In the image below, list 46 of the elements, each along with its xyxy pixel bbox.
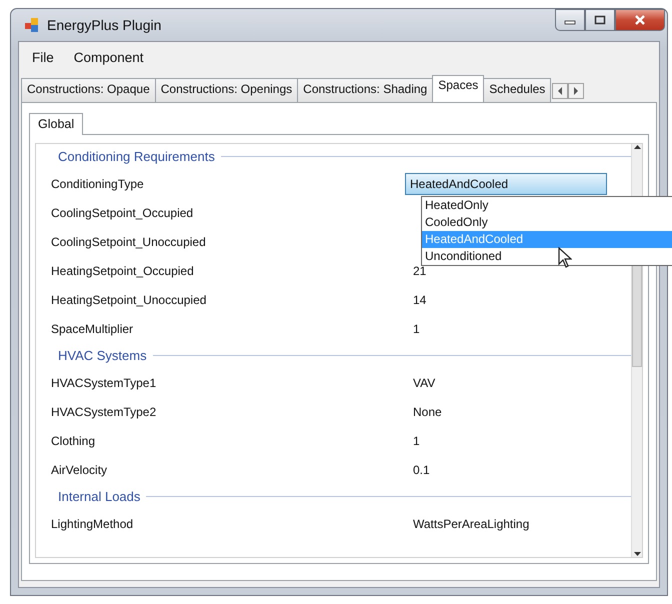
property-value[interactable]: WattsPerAreaLighting (409, 516, 530, 530)
property-name[interactable]: CoolingSetpoint_Unoccupied (36, 234, 409, 248)
maximize-icon (594, 15, 606, 25)
app-icon (25, 18, 41, 32)
maximize-button[interactable] (585, 9, 615, 31)
category-header[interactable]: Conditioning Requirements (58, 149, 215, 164)
window-title: EnergyPlus Plugin (47, 17, 162, 33)
property-name[interactable]: HVACSystemType2 (36, 404, 409, 418)
property-value[interactable]: None (409, 404, 442, 418)
left-arrow-icon (557, 87, 564, 95)
close-icon (634, 15, 646, 25)
tab[interactable]: Constructions: Openings (154, 78, 298, 102)
property-name[interactable]: HeatingSetpoint_Unoccupied (36, 292, 409, 306)
property-name[interactable]: HeatingSetpoint_Occupied (36, 264, 409, 278)
dropdown-option[interactable]: Unconditioned (422, 248, 672, 265)
minimize-button[interactable] (555, 9, 585, 31)
dropdown-option[interactable]: HeatedOnly (422, 197, 672, 214)
dropdown-field[interactable]: HeatedAndCooled (405, 172, 607, 194)
property-name[interactable]: Clothing (36, 434, 409, 448)
property-value[interactable]: 1 (409, 434, 420, 448)
property-value[interactable]: 1 (409, 322, 420, 336)
tab[interactable]: Spaces (432, 75, 484, 102)
tab[interactable]: Schedules (483, 78, 552, 102)
menu-item[interactable]: Component (64, 46, 153, 68)
tab[interactable]: Constructions: Opaque (21, 78, 156, 102)
right-arrow-icon (573, 87, 580, 95)
menu-item[interactable]: File (23, 46, 63, 68)
property-value[interactable]: VAV (409, 376, 436, 390)
property-name[interactable]: AirVelocity (36, 462, 409, 476)
category-header[interactable]: HVAC Systems (58, 348, 147, 363)
dropdown-option[interactable]: CooledOnly (422, 214, 672, 231)
property-value[interactable]: 0.1 (409, 462, 430, 476)
down-arrow-icon (634, 551, 640, 557)
property-value[interactable]: 21 (409, 264, 426, 278)
property-name[interactable]: SpaceMultiplier (36, 322, 409, 336)
property-name[interactable]: CoolingSetpoint_Occupied (36, 206, 409, 220)
scroll-left-button[interactable] (552, 83, 568, 99)
scroll-right-button[interactable] (568, 83, 584, 99)
tab[interactable]: Constructions: Shading (297, 78, 434, 102)
property-value[interactable]: 14 (409, 292, 426, 306)
property-name[interactable]: LightingMethod (36, 516, 409, 530)
up-arrow-icon (634, 144, 640, 150)
tab[interactable]: Global (29, 113, 84, 135)
close-button[interactable] (615, 9, 665, 31)
property-name[interactable]: HVACSystemType1 (36, 376, 409, 390)
category-header[interactable]: Internal Loads (58, 489, 140, 504)
